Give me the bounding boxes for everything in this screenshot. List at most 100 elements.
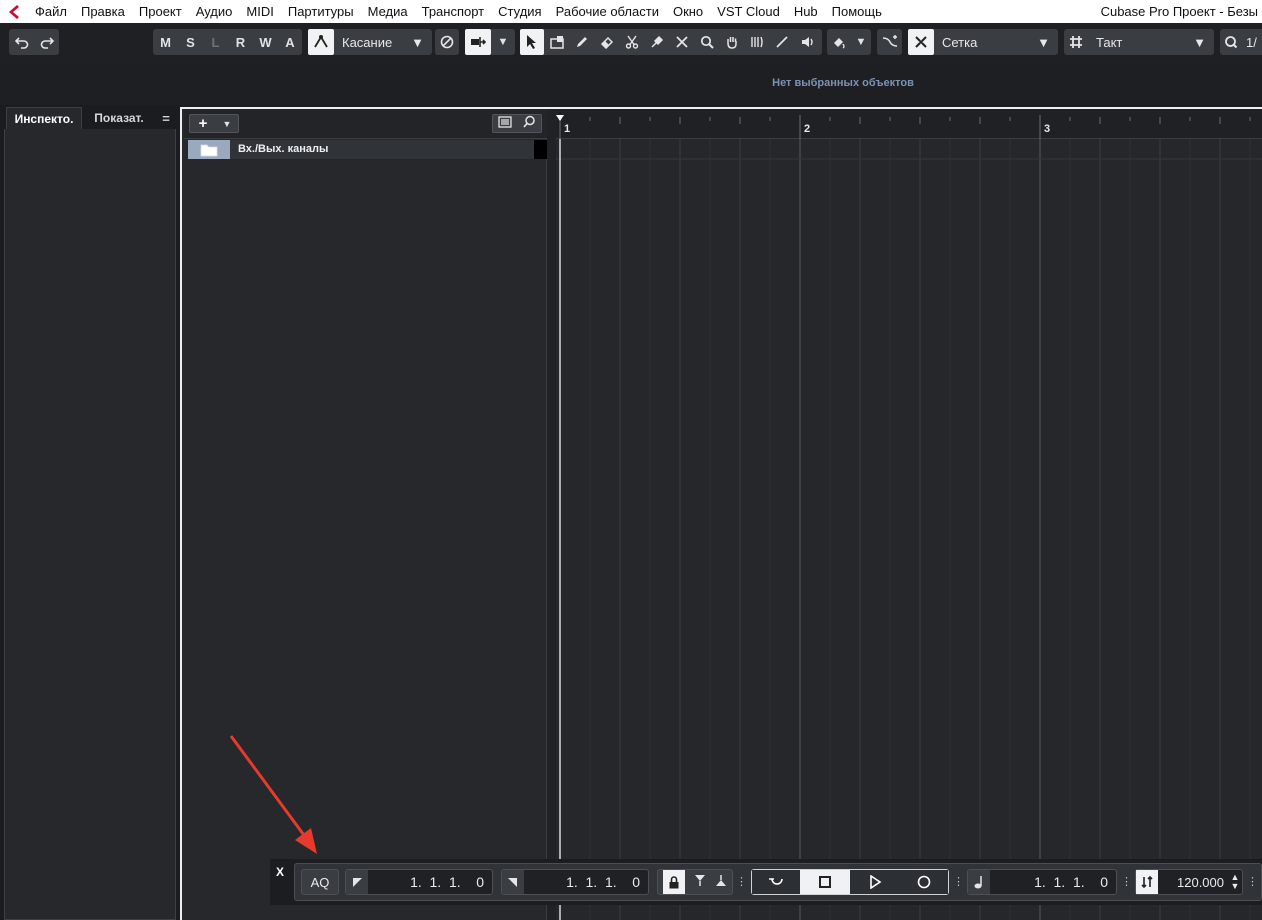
punch-out-icon[interactable] [715, 874, 727, 890]
auto-quantize-button[interactable]: AQ [301, 869, 339, 895]
edit-mode-icon[interactable] [465, 29, 491, 55]
punch-in-icon[interactable] [694, 874, 706, 890]
cycle-icon[interactable] [752, 870, 800, 894]
left-locator-icon[interactable] [346, 870, 368, 894]
snap-type-dropdown[interactable]: Сетка ▼ [934, 29, 1058, 55]
quantize-value: 1/ [1246, 34, 1257, 50]
add-track-button[interactable]: + [190, 115, 216, 132]
divider [547, 109, 556, 920]
quantize-icon[interactable] [1220, 29, 1242, 55]
automation-mode-label: Касание [342, 34, 393, 50]
tab-inspector[interactable]: Инспекто. [6, 107, 82, 129]
tempo-stepper-icon[interactable]: ▲ ▼ [1228, 873, 1242, 891]
cubase-logo-icon[interactable] [0, 0, 28, 23]
menu-studio[interactable]: Студия [491, 0, 548, 23]
zoom-tool-icon[interactable] [694, 29, 719, 55]
chevron-down-icon[interactable]: ▼ [491, 29, 515, 55]
mute-tool-icon[interactable] [669, 29, 694, 55]
grid-hash-icon[interactable] [1064, 29, 1088, 55]
note-icon[interactable] [968, 870, 990, 894]
menu-scores[interactable]: Партитуры [281, 0, 361, 23]
write-automation-button[interactable]: W [253, 29, 278, 55]
quantize-group: 1/ [1220, 29, 1262, 55]
scissors-tool-icon[interactable] [619, 29, 644, 55]
automation-mode-dropdown[interactable]: Касание ▼ [334, 29, 432, 55]
menu-edit[interactable]: Правка [74, 0, 132, 23]
position-value[interactable]: 1. 1. 1. 0 [990, 874, 1116, 890]
menu-help[interactable]: Помощь [825, 0, 889, 23]
eraser-tool-icon[interactable] [594, 29, 619, 55]
tab-visibility[interactable]: Показат. [84, 107, 154, 129]
range-tool-icon[interactable] [544, 29, 569, 55]
track-row[interactable]: Вх./Вых. каналы [188, 140, 547, 159]
grid-lines [556, 139, 1262, 920]
tempo-value[interactable]: 120.000 [1158, 875, 1228, 890]
chevron-down-icon: ▼ [1037, 34, 1050, 50]
menu-bar: Файл Правка Проект Аудио MIDI Партитуры … [0, 0, 1262, 23]
menu-workspaces[interactable]: Рабочие области [549, 0, 666, 23]
tempo-track-icon[interactable] [1136, 870, 1158, 894]
menu-media[interactable]: Медиа [361, 0, 415, 23]
automation-mode-group: Касание ▼ [308, 29, 432, 55]
suspend-icon[interactable] [435, 29, 459, 55]
autoscroll-icon[interactable] [877, 29, 902, 55]
menu-transport[interactable]: Транспорт [415, 0, 492, 23]
speaker-tool-icon[interactable] [794, 29, 822, 55]
right-locator-icon[interactable] [502, 870, 524, 894]
left-zone: Инспекто. Показат. = [4, 107, 178, 920]
ruler[interactable]: 1 2 3 [556, 109, 1262, 139]
automation-mode-icon[interactable] [308, 29, 334, 55]
mute-button[interactable]: M [153, 29, 178, 55]
drag-handle-icon[interactable]: ⋮ [736, 875, 747, 888]
pointer-tool-icon[interactable] [520, 29, 544, 55]
line-tool-icon[interactable] [769, 29, 794, 55]
menu-vst-cloud[interactable]: VST Cloud [710, 0, 787, 23]
read-automation-button[interactable]: R [228, 29, 253, 55]
menu-project[interactable]: Проект [132, 0, 189, 23]
grid-type-dropdown[interactable]: Такт ▼ [1088, 29, 1214, 55]
record-icon[interactable] [900, 870, 948, 894]
stop-icon[interactable] [800, 870, 850, 894]
menu-file[interactable]: Файл [28, 0, 74, 23]
tool-buttons [520, 29, 822, 55]
undo-icon[interactable] [9, 29, 34, 55]
snap-group: Сетка ▼ [908, 29, 1058, 55]
redo-icon[interactable] [34, 29, 59, 55]
lock-icon[interactable] [662, 870, 685, 894]
play-icon[interactable] [850, 870, 900, 894]
undo-redo-group [9, 29, 59, 55]
suspend-read-group [435, 29, 459, 55]
drag-handle-icon[interactable]: ⋮ [1247, 875, 1258, 888]
color-tool-icon[interactable] [827, 29, 851, 55]
add-track-control: + ▼ [189, 114, 239, 133]
drag-handle-icon[interactable]: ⋮ [1121, 875, 1132, 888]
ruler-bar-3: 3 [1044, 123, 1051, 135]
timewarp-tool-icon[interactable] [744, 29, 769, 55]
listen-button[interactable]: L [203, 29, 228, 55]
search-icon[interactable] [523, 115, 536, 133]
pencil-tool-icon[interactable] [569, 29, 594, 55]
right-locator-value[interactable]: 1. 1. 1. 0 [524, 874, 648, 890]
menu-hub[interactable]: Hub [787, 0, 825, 23]
left-zone-menu-icon[interactable]: = [158, 107, 174, 129]
glue-tool-icon[interactable] [644, 29, 669, 55]
tempo-field: 120.000 ▲ ▼ [1135, 869, 1243, 895]
chevron-down-icon[interactable]: ▼ [851, 29, 871, 55]
menu-midi[interactable]: MIDI [239, 0, 280, 23]
automation-button[interactable]: A [278, 29, 302, 55]
left-locator-value[interactable]: 1. 1. 1. 0 [368, 874, 492, 890]
chevron-down-icon[interactable]: ▼ [216, 119, 238, 129]
track-list-menu-icon[interactable] [498, 115, 512, 133]
grid-group: Такт ▼ [1064, 29, 1214, 55]
track-name: Вх./Вых. каналы [238, 143, 329, 155]
track-list-header: + ▼ [184, 109, 547, 139]
event-display[interactable] [556, 139, 1262, 920]
snap-icon[interactable] [908, 29, 934, 55]
quantize-dropdown[interactable]: 1/ [1242, 29, 1262, 55]
menu-window[interactable]: Окно [666, 0, 710, 23]
drag-handle-icon[interactable]: ⋮ [953, 875, 964, 888]
solo-button[interactable]: S [178, 29, 203, 55]
close-transport-button[interactable]: X [276, 865, 284, 879]
menu-audio[interactable]: Аудио [189, 0, 240, 23]
hand-tool-icon[interactable] [719, 29, 744, 55]
